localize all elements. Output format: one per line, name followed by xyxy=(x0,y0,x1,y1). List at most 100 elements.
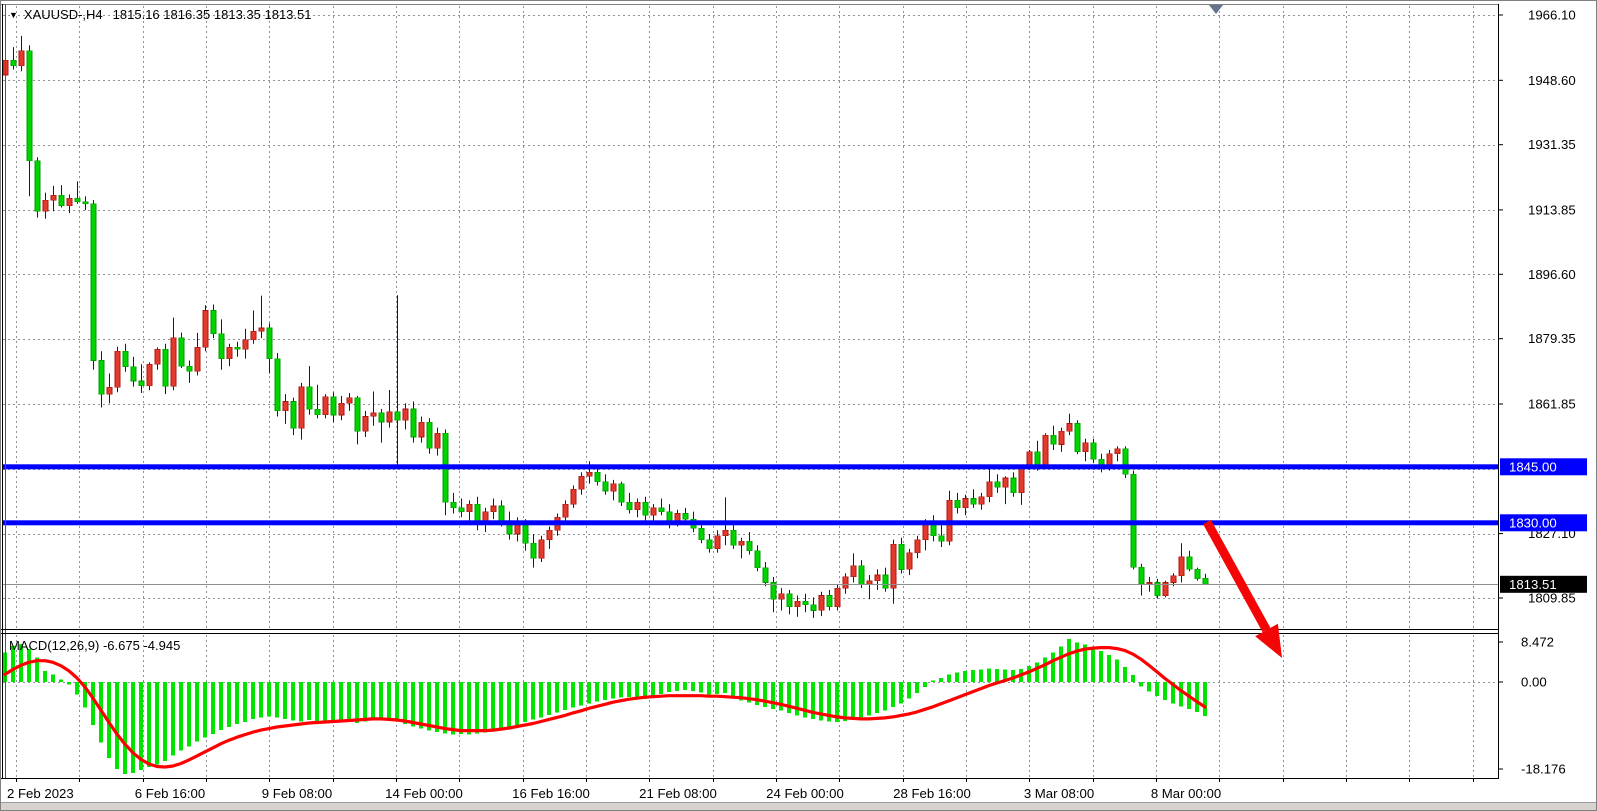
macd-bar xyxy=(75,682,79,695)
candle-body xyxy=(747,541,752,550)
macd-bar xyxy=(1179,682,1183,706)
chart-title-bar: ▼XAUUSD-,H41815.16 1816.35 1813.35 1813.… xyxy=(9,7,311,22)
candle-body xyxy=(179,338,184,366)
macd-bar xyxy=(1123,667,1127,682)
macd-bar xyxy=(771,682,775,709)
macd-bar xyxy=(635,682,639,698)
macd-bar xyxy=(603,682,607,700)
candle-body xyxy=(1115,449,1120,454)
candle-body xyxy=(51,195,56,200)
time-axis-label: 16 Feb 16:00 xyxy=(512,786,590,801)
candle-body xyxy=(619,484,624,503)
macd-bar xyxy=(227,682,231,727)
candle-body xyxy=(195,347,200,371)
macd-bar xyxy=(1059,647,1063,682)
macd-bar xyxy=(843,682,847,721)
candle-body xyxy=(219,334,224,359)
macd-bar xyxy=(923,682,927,687)
candle-body xyxy=(595,472,600,481)
macd-bar xyxy=(595,682,599,702)
macd-bar xyxy=(59,680,63,683)
candle-body xyxy=(67,198,72,206)
price-axis-label: 1913.85 xyxy=(1528,202,1576,217)
macd-bar xyxy=(563,682,567,710)
macd-bar xyxy=(883,682,887,710)
macd-bar xyxy=(451,682,455,735)
candle-body xyxy=(355,398,360,432)
candle-body xyxy=(19,51,24,66)
candle-body xyxy=(291,402,296,429)
chart-window: 1966.101948.601931.351913.851896.601879.… xyxy=(0,0,1597,811)
macd-signal-value: -4.945 xyxy=(143,638,180,653)
candle-body xyxy=(635,502,640,510)
candle-body xyxy=(203,311,208,348)
macd-bar xyxy=(531,682,535,719)
macd-bar xyxy=(987,668,991,682)
candle-body xyxy=(603,482,608,491)
time-axis-label: 3 Mar 08:00 xyxy=(1024,786,1094,801)
macd-bar xyxy=(851,682,855,719)
macd-bar xyxy=(467,682,471,735)
macd-bar xyxy=(67,682,71,685)
candle-body xyxy=(715,536,720,549)
candle-body xyxy=(283,402,288,411)
candle-body xyxy=(1195,569,1200,578)
price-axis-label: 1879.35 xyxy=(1528,331,1576,346)
macd-bar xyxy=(427,682,431,731)
candle-body xyxy=(995,482,1000,488)
candle-body xyxy=(1051,435,1056,444)
macd-bar xyxy=(939,678,943,682)
candle-body xyxy=(907,553,912,570)
candle-body xyxy=(579,476,584,489)
macd-bar xyxy=(1163,682,1167,700)
macd-bar xyxy=(651,682,655,696)
symbol-period-label: XAUUSD-,H4 xyxy=(24,7,103,22)
time-axis-label: 24 Feb 00:00 xyxy=(766,786,844,801)
macd-bar xyxy=(1067,639,1071,682)
macd-bar xyxy=(891,682,895,707)
candle-body xyxy=(843,577,848,588)
macd-bar xyxy=(699,682,703,693)
macd-bar xyxy=(275,682,279,717)
price-chart-canvas[interactable]: 1966.101948.601931.351913.851896.601879.… xyxy=(1,1,1597,811)
macd-bar xyxy=(371,682,375,720)
price-axis-label: 1861.85 xyxy=(1528,397,1576,412)
macd-bar xyxy=(147,682,151,767)
candle-body xyxy=(1179,557,1184,576)
level-line[interactable] xyxy=(3,464,1498,469)
candle-body xyxy=(859,566,864,585)
macd-bar xyxy=(715,682,719,694)
macd-bar xyxy=(571,682,575,707)
candle-body xyxy=(699,528,704,539)
window-bottom-edge xyxy=(1,802,1596,810)
candle-body xyxy=(491,506,496,512)
level-line[interactable] xyxy=(3,520,1498,525)
candle-body xyxy=(187,366,192,371)
candle-body xyxy=(763,568,768,583)
macd-bar xyxy=(691,682,695,691)
macd-bar xyxy=(187,682,191,746)
price-axis-label: 1966.10 xyxy=(1528,8,1576,23)
macd-bar xyxy=(619,682,623,698)
time-axis-label: 9 Feb 08:00 xyxy=(262,786,332,801)
macd-bar xyxy=(411,682,415,727)
macd-bar xyxy=(267,682,271,716)
macd-bar xyxy=(91,682,95,725)
macd-bar xyxy=(995,669,999,682)
macd-bar xyxy=(1155,682,1159,696)
macd-bar xyxy=(299,682,303,722)
candle-body xyxy=(835,588,840,607)
symbol-dropdown-icon[interactable]: ▼ xyxy=(9,10,18,20)
candle-body xyxy=(171,338,176,387)
candle-body xyxy=(331,397,336,415)
candle-body xyxy=(139,381,144,386)
candle-body xyxy=(723,530,728,536)
bid-price-badge-text: 1813.51 xyxy=(1509,577,1557,592)
macd-bar xyxy=(579,682,583,705)
macd-bar xyxy=(307,682,311,720)
candle-body xyxy=(323,397,328,415)
macd-bar xyxy=(283,682,287,719)
macd-bar xyxy=(907,682,911,699)
candle-body xyxy=(1011,478,1016,493)
candle-body xyxy=(243,340,248,350)
